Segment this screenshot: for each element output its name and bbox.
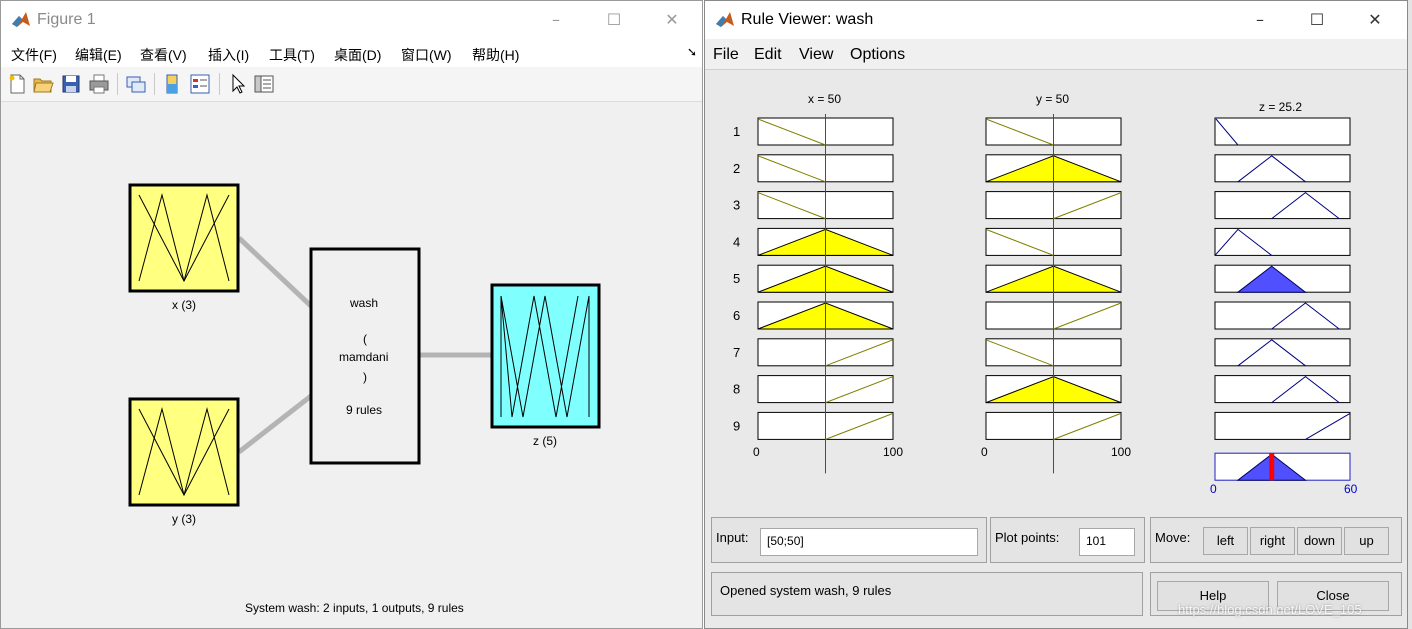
rule-z-box — [1214, 301, 1351, 330]
system-rule-count: 9 rules — [346, 403, 383, 417]
link-plot-icon[interactable] — [125, 73, 147, 95]
output-z-label: z (5) — [533, 434, 557, 448]
z-axis-min: 0 — [1210, 482, 1217, 496]
rule-number: 3 — [733, 198, 740, 213]
menu-edit[interactable]: 编辑(E) — [75, 45, 122, 65]
move-panel: Move: left right down up — [1150, 517, 1402, 563]
rule-z-box — [1214, 191, 1351, 220]
maximize-icon[interactable]: ☐ — [1302, 9, 1332, 31]
system-paren-open: ( — [363, 332, 367, 346]
matlab-logo-icon — [11, 10, 31, 30]
connector-x-system — [237, 236, 313, 308]
rule-z-box — [1214, 411, 1351, 440]
maximize-icon[interactable]: ☐ — [599, 9, 629, 31]
rule-z-box — [1214, 375, 1351, 404]
y-axis-min: 0 — [981, 445, 988, 459]
pointer-icon[interactable] — [227, 73, 249, 95]
move-label: Move: — [1155, 530, 1191, 545]
rule-viewer-window: Rule Viewer: wash – ☐ ✕ File Edit View O… — [704, 0, 1408, 629]
move-down-button[interactable]: down — [1297, 527, 1342, 555]
rule-number: 9 — [733, 418, 740, 433]
menu-file[interactable]: File — [713, 46, 739, 64]
minimize-icon[interactable]: – — [1245, 9, 1275, 31]
status-panel: Opened system wash, 9 rules — [711, 572, 1143, 616]
plot-points-panel: Plot points: 101 — [990, 517, 1145, 563]
toolbar-separator — [117, 73, 118, 95]
move-up-button[interactable]: up — [1344, 527, 1389, 555]
figure-status-text: System wash: 2 inputs, 1 outputs, 9 rule… — [245, 601, 464, 615]
figure-toolbar — [1, 67, 702, 102]
close-icon[interactable]: ✕ — [1360, 9, 1390, 31]
menu-edit[interactable]: Edit — [754, 46, 782, 64]
x-axis-min: 0 — [753, 445, 760, 459]
move-right-button[interactable]: right — [1250, 527, 1295, 555]
rule-number: 1 — [733, 124, 740, 139]
input-y-label: y (3) — [172, 512, 196, 526]
watermark-text: https://blog.csdn.net/LOVE_105 — [1178, 602, 1362, 617]
menu-options[interactable]: Options — [850, 46, 905, 64]
input-x-label: x (3) — [172, 298, 196, 312]
menu-help[interactable]: 帮助(H) — [472, 45, 519, 65]
rule-number: 7 — [733, 345, 740, 360]
figure-titlebar: Figure 1 – ☐ ✕ — [1, 1, 702, 39]
new-figure-icon[interactable] — [6, 73, 28, 95]
property-editor-icon[interactable] — [253, 73, 275, 95]
rule-z-box — [1214, 154, 1351, 183]
colorbar-icon[interactable] — [161, 73, 183, 95]
figure-window: Figure 1 – ☐ ✕ 文件(F) 编辑(E) 查看(V) 插入(I) 工… — [0, 0, 703, 629]
rule-number: 8 — [733, 382, 740, 397]
rule-viewer-titlebar: Rule Viewer: wash – ☐ ✕ — [705, 1, 1407, 39]
y-axis-max: 100 — [1111, 445, 1132, 459]
fis-diagram — [128, 183, 601, 507]
system-paren-close: ) — [363, 370, 367, 384]
figure-menubar: 文件(F) 编辑(E) 查看(V) 插入(I) 工具(T) 桌面(D) 窗口(W… — [1, 39, 702, 67]
menu-tools[interactable]: 工具(T) — [269, 45, 315, 65]
rule-number: 5 — [733, 271, 740, 286]
fis-diagram-canvas: x (3) y (3) z (5) wash ( mamdani ) 9 rul… — [1, 102, 702, 628]
input-y-block[interactable] — [128, 397, 240, 507]
system-method: mamdani — [339, 350, 389, 364]
menu-insert[interactable]: 插入(I) — [208, 45, 249, 65]
system-name: wash — [350, 296, 379, 310]
input-label: Input: — [716, 530, 749, 545]
menu-view[interactable]: View — [799, 46, 833, 64]
z-axis-max: 60 — [1344, 482, 1358, 496]
rule-plot-area: x = 50 y = 50 z = 25.2 123456789 0 100 0… — [705, 70, 1407, 510]
rule-viewer-menubar: File Edit View Options — [705, 39, 1407, 70]
dock-arrow-icon[interactable]: ➘ — [687, 45, 697, 59]
input-vector-field[interactable]: [50;50] — [760, 528, 978, 556]
save-icon[interactable] — [60, 73, 82, 95]
input-x-block[interactable] — [128, 183, 240, 293]
toolbar-separator — [219, 73, 220, 95]
rule-viewer-status-text: Opened system wash, 9 rules — [720, 583, 892, 598]
print-icon[interactable] — [88, 73, 110, 95]
rule-number: 6 — [733, 308, 740, 323]
matlab-logo-icon — [716, 12, 734, 27]
rule-viewer-title: Rule Viewer: wash — [741, 11, 874, 28]
connector-y-system — [237, 394, 313, 454]
rule-number: 2 — [733, 161, 740, 176]
menu-file[interactable]: 文件(F) — [11, 45, 57, 65]
toolbar-separator — [154, 73, 155, 95]
x-axis-max: 100 — [883, 445, 904, 459]
minimize-icon[interactable]: – — [541, 9, 571, 31]
rule-number: 4 — [733, 234, 740, 249]
menu-window[interactable]: 窗口(W) — [401, 45, 452, 65]
background-window-edge — [1408, 0, 1412, 629]
rule-z-box — [1214, 117, 1351, 146]
input-panel: Input: [50;50] — [711, 517, 987, 563]
plot-points-label: Plot points: — [995, 530, 1060, 545]
move-left-button[interactable]: left — [1203, 527, 1248, 555]
menu-desktop[interactable]: 桌面(D) — [334, 45, 381, 65]
output-z-block[interactable] — [490, 283, 601, 429]
rules-plot: 1 2 3 4 5 6 7 8 9 — [733, 114, 1351, 481]
close-icon[interactable]: ✕ — [657, 9, 687, 31]
rule-z-box — [1214, 338, 1351, 367]
figure-title: Figure 1 — [37, 11, 96, 28]
plot-points-field[interactable]: 101 — [1079, 528, 1135, 556]
open-file-icon[interactable] — [32, 73, 54, 95]
legend-icon[interactable] — [189, 73, 211, 95]
menu-view[interactable]: 查看(V) — [140, 45, 187, 65]
